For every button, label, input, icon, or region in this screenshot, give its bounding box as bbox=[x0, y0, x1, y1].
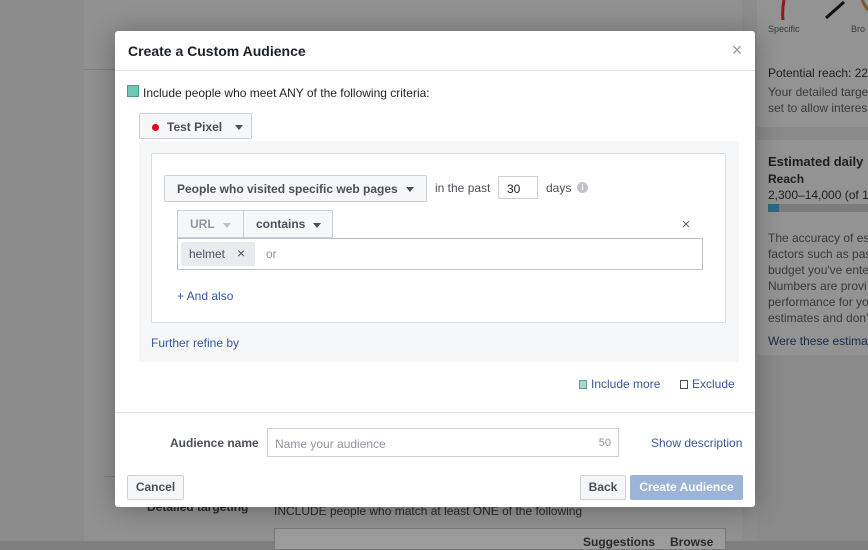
keyword-token: helmet × bbox=[181, 242, 255, 266]
keyword-input[interactable]: or bbox=[266, 247, 277, 261]
audience-size-dial bbox=[781, 0, 868, 21]
create-custom-audience-dialog: Create a Custom Audience × Include peopl… bbox=[115, 31, 755, 507]
url-keyword-field[interactable]: helmet × or bbox=[177, 238, 703, 270]
back-button[interactable]: Back bbox=[580, 475, 626, 500]
accuracy-line: performance for yo bbox=[768, 295, 868, 309]
days-input[interactable]: 30 bbox=[498, 176, 538, 199]
info-icon[interactable]: i bbox=[577, 182, 588, 193]
browse-link: Browse bbox=[670, 535, 714, 549]
reach-value: 2,300–14,000 (of 1 bbox=[768, 188, 868, 202]
chevron-down-icon bbox=[406, 187, 414, 192]
visit-type-label: People who visited specific web pages bbox=[177, 182, 398, 196]
rule-box: People who visited specific web pages in… bbox=[151, 153, 726, 323]
url-field-dropdown[interactable]: URL bbox=[177, 210, 243, 238]
audience-name-label: Audience name bbox=[170, 436, 259, 450]
exclude-icon bbox=[680, 380, 688, 389]
dialog-title: Create a Custom Audience bbox=[128, 43, 306, 59]
criteria-label: Include people who meet ANY of the follo… bbox=[143, 86, 430, 100]
visit-type-dropdown[interactable]: People who visited specific web pages bbox=[164, 175, 427, 202]
chevron-down-icon bbox=[235, 125, 243, 130]
accuracy-line: budget you've ente bbox=[768, 263, 868, 277]
include-more-link[interactable]: Include more bbox=[579, 377, 660, 391]
accuracy-line: Numbers are provi bbox=[768, 279, 867, 293]
accuracy-line: estimates and don' bbox=[768, 311, 868, 325]
were-these-estimates-link: Were these estima bbox=[768, 334, 868, 348]
accuracy-line: The accuracy of es bbox=[768, 231, 868, 245]
close-icon[interactable]: × bbox=[729, 41, 745, 59]
rule-panel: People who visited specific web pages in… bbox=[139, 141, 739, 362]
remove-token-icon[interactable]: × bbox=[237, 245, 245, 261]
reach-bar bbox=[768, 204, 868, 212]
audience-name-input[interactable]: Name your audience 50 bbox=[267, 428, 619, 457]
detailed-targeting-input bbox=[274, 528, 726, 550]
create-audience-button[interactable]: Create Audience bbox=[630, 475, 743, 500]
chevron-down-icon bbox=[313, 223, 321, 228]
potential-reach: Potential reach: 22 bbox=[768, 66, 868, 80]
suggestions-link: Suggestions bbox=[583, 535, 656, 549]
show-description-link[interactable]: Show description bbox=[651, 436, 742, 450]
days-label: days bbox=[546, 181, 572, 195]
accuracy-line: factors such as pas bbox=[768, 247, 868, 261]
url-field-label: URL bbox=[190, 217, 215, 231]
dial-label-broad: Bro bbox=[851, 24, 866, 34]
cancel-button[interactable]: Cancel bbox=[127, 475, 184, 500]
exclude-label: Exclude bbox=[692, 377, 735, 391]
dialog-header: Create a Custom Audience × bbox=[115, 31, 755, 71]
remove-rule-icon[interactable]: × bbox=[680, 217, 692, 232]
audience-name-placeholder: Name your audience bbox=[275, 437, 386, 451]
further-refine-link[interactable]: Further refine by bbox=[151, 336, 239, 350]
reach-label: Reach bbox=[768, 172, 805, 186]
include-icon bbox=[579, 380, 587, 389]
reach-bar-fill bbox=[768, 204, 779, 212]
targeting-note-line: set to allow interes bbox=[768, 101, 868, 115]
targeting-note-line: Your detailed targe bbox=[768, 85, 868, 99]
operator-dropdown[interactable]: contains bbox=[243, 210, 333, 238]
dialog-divider bbox=[115, 412, 755, 413]
dial-label-specific: Specific bbox=[768, 24, 800, 34]
estimated-daily-heading: Estimated daily bbox=[768, 154, 864, 169]
operator-label: contains bbox=[256, 217, 306, 231]
keyword-token-label: helmet bbox=[189, 247, 226, 261]
criteria-color-swatch bbox=[127, 85, 139, 97]
pixel-status-dot bbox=[152, 124, 159, 131]
include-more-label: Include more bbox=[591, 377, 661, 391]
chevron-down-icon bbox=[223, 223, 231, 228]
character-count: 50 bbox=[598, 437, 611, 449]
and-also-link[interactable]: + And also bbox=[177, 289, 233, 303]
pixel-label: Test Pixel bbox=[167, 120, 223, 134]
in-the-past-label: in the past bbox=[435, 181, 491, 195]
pixel-selector[interactable]: Test Pixel bbox=[139, 113, 252, 139]
exclude-link[interactable]: Exclude bbox=[680, 377, 735, 391]
